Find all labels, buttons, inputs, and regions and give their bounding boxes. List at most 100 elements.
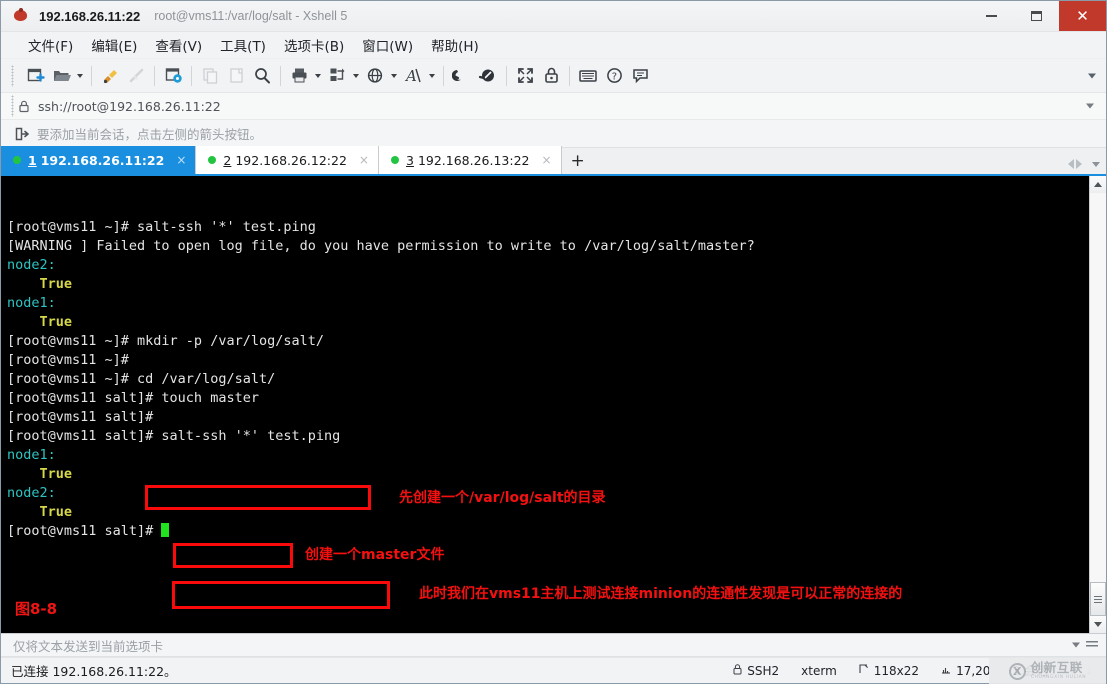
tab-status-dot — [390, 156, 399, 164]
toolbar: A ? — [1, 59, 1106, 93]
terminal-line: [root@vms11 salt]# — [7, 522, 1089, 541]
toolbar-separator — [154, 65, 155, 86]
menu-tabs[interactable]: 选项卡(B) — [275, 33, 353, 57]
scrollbar-thumb[interactable] — [1090, 582, 1106, 616]
comment-icon[interactable] — [627, 63, 653, 89]
tab-label: 192.168.26.13:22 — [417, 152, 530, 168]
terminal-output[interactable]: [root@vms11 ~]# salt-ssh '*' test.ping [W… — [1, 176, 1089, 633]
status-protocol[interactable]: SSH2 — [722, 664, 790, 678]
menu-help[interactable]: 帮助(H) — [422, 33, 488, 57]
cursor-position-icon — [941, 664, 951, 678]
status-connection-text: 已连接 192.168.26.11:22。 — [11, 664, 177, 679]
toolbar-grip[interactable] — [11, 64, 14, 87]
keyboard-icon[interactable] — [575, 63, 601, 89]
terminal-line: [root@vms11 ~]# salt-ssh '*' test.ping — [7, 218, 1089, 237]
terminal-line: True — [7, 275, 1089, 294]
status-bar: 已连接 192.168.26.11:22。 SSH2 xterm 118x22 — [1, 657, 1106, 684]
scroll-up-arrow-icon[interactable] — [1090, 176, 1106, 193]
send-text-bar[interactable]: 仅将文本发送到当前选项卡 — [1, 633, 1106, 657]
tab-session-2[interactable]: 2 192.168.26.12:22 × — [196, 146, 379, 174]
tab-nav-next-icon[interactable] — [1076, 159, 1082, 169]
terminal-text: node1: — [7, 295, 56, 311]
fullscreen-icon[interactable] — [512, 63, 538, 89]
terminal-line: True — [7, 313, 1089, 332]
tab-nav-arrows[interactable] — [1068, 159, 1082, 169]
tab-close-icon[interactable]: × — [530, 154, 552, 166]
status-terminal[interactable]: xterm — [790, 664, 848, 678]
scroll-down-arrow-icon[interactable] — [1090, 616, 1106, 633]
annotation-saltssh: 此时我们在vms11主机上测试连接minion的连通性发现是可以正常的连接的 — [419, 586, 903, 602]
terminal-line: [root@vms11 salt]# — [7, 408, 1089, 427]
status-size[interactable]: 118x22 — [848, 664, 930, 678]
open-folder-dropdown-icon[interactable] — [74, 63, 86, 89]
maximize-button[interactable] — [1014, 1, 1059, 31]
globe-icon[interactable] — [362, 63, 388, 89]
tab-session-1[interactable]: 1 192.168.26.11:22 × — [1, 146, 197, 174]
annotation-touch: 创建一个master文件 — [305, 547, 445, 563]
address-bar-grip[interactable] — [11, 95, 14, 117]
tab-session-3[interactable]: 3 192.168.26.13:22 × — [378, 146, 562, 174]
terminal-text: True — [7, 276, 73, 292]
terminal-text: [root@vms11 salt]# touch master — [7, 390, 259, 406]
address-bar[interactable]: ssh://root@192.168.26.11:22 — [1, 93, 1106, 120]
close-button[interactable]: ✕ — [1059, 1, 1106, 31]
print-dropdown-icon[interactable] — [312, 63, 324, 89]
terminal-line: [root@vms11 ~]# mkdir -p /var/log/salt/ — [7, 332, 1089, 351]
status-size-label: 118x22 — [873, 663, 920, 678]
toolbar-overflow-icon[interactable] — [1088, 73, 1096, 78]
tab-list-menu-icon[interactable] — [1092, 162, 1100, 167]
tab-bar: 1 192.168.26.11:22 × 2 192.168.26.12:22 … — [1, 146, 1106, 176]
menu-window[interactable]: 窗口(W) — [353, 33, 422, 57]
menu-file[interactable]: 文件(F) — [19, 33, 82, 57]
tab-number: 2 — [223, 152, 232, 168]
font-icon[interactable]: A — [400, 63, 426, 89]
terminal-scrollbar[interactable] — [1089, 176, 1106, 633]
open-folder-icon[interactable] — [48, 63, 74, 89]
print-icon[interactable] — [286, 63, 312, 89]
lock-icon[interactable] — [538, 63, 564, 89]
session-hint-bar: 要添加当前会话，点击左侧的箭头按钮。 — [1, 120, 1106, 148]
tab-number: 3 — [405, 152, 414, 168]
terminal-text: [root@vms11 salt]# — [7, 409, 154, 425]
highlight-box-touch — [173, 543, 293, 568]
file-transfer-icon[interactable] — [324, 63, 350, 89]
minimize-button[interactable] — [969, 1, 1014, 31]
hamburger-icon[interactable] — [1086, 641, 1098, 649]
font-dropdown-icon[interactable] — [426, 63, 438, 89]
menu-view[interactable]: 查看(V) — [146, 33, 211, 57]
file-transfer-dropdown-icon[interactable] — [350, 63, 362, 89]
tab-number: 1 — [28, 152, 37, 168]
circle-x-logo-icon: X — [1008, 662, 1026, 680]
scrollbar-track[interactable] — [1090, 193, 1106, 616]
terminal-line: True — [7, 465, 1089, 484]
menu-tools[interactable]: 工具(T) — [211, 33, 275, 57]
send-text-dropdown-icon[interactable] — [1072, 642, 1080, 648]
toolbar-separator — [569, 65, 570, 86]
toolbar-separator — [443, 65, 444, 86]
globe-dropdown-icon[interactable] — [388, 63, 400, 89]
maximize-icon — [1031, 11, 1042, 21]
figure-caption: 图8-8 — [15, 600, 58, 618]
new-session-icon[interactable] — [22, 63, 48, 89]
new-tab-button[interactable]: + — [563, 148, 592, 174]
help-icon[interactable]: ? — [601, 63, 627, 89]
ssh-shell-icon[interactable] — [449, 63, 475, 89]
transfer-icon[interactable] — [97, 63, 123, 89]
session-hint-text: 要添加当前会话，点击左侧的箭头按钮。 — [37, 127, 263, 142]
properties-icon[interactable] — [160, 63, 186, 89]
terminal-line: node2: — [7, 256, 1089, 275]
terminal-text: [root@vms11 salt]# salt-ssh '*' test.pin… — [7, 428, 341, 444]
terminal-text: [root@vms11 ~]# — [7, 352, 129, 368]
find-icon[interactable] — [249, 63, 275, 89]
close-icon: ✕ — [1076, 6, 1089, 25]
address-url[interactable]: ssh://root@192.168.26.11:22 — [38, 99, 221, 114]
menu-edit[interactable]: 编辑(E) — [82, 33, 146, 57]
address-dropdown-icon[interactable] — [1086, 103, 1094, 109]
tab-nav-prev-icon[interactable] — [1068, 159, 1074, 169]
terminal-line: [root@vms11 salt]# salt-ssh '*' test.pin… — [7, 427, 1089, 446]
tab-close-icon[interactable]: × — [347, 154, 369, 166]
terminal-text: True — [7, 466, 73, 482]
tunnel-icon[interactable] — [475, 63, 501, 89]
terminal-line: [root@vms11 salt]# touch master — [7, 389, 1089, 408]
tab-close-icon[interactable]: × — [164, 154, 186, 166]
